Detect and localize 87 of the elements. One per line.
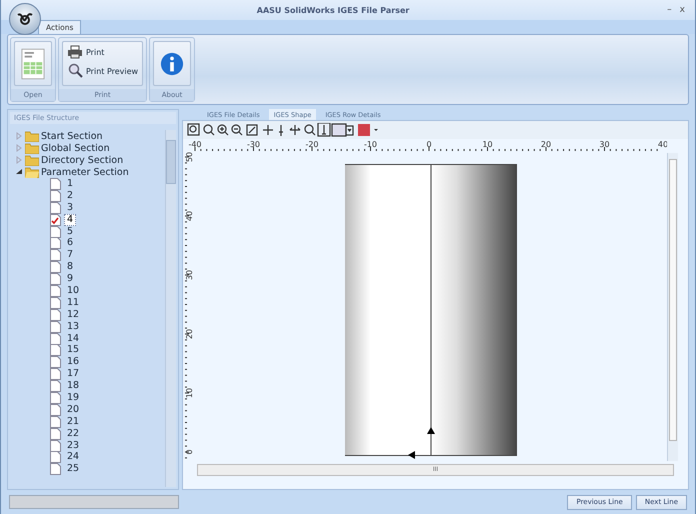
tree-item[interactable]: 2 bbox=[64, 190, 76, 202]
checked-document-icon bbox=[50, 214, 61, 226]
ribbon-button[interactable] bbox=[153, 41, 192, 86]
document-icon bbox=[50, 332, 61, 345]
ruler-label: 30 bbox=[599, 140, 610, 149]
folder-icon bbox=[25, 154, 39, 166]
document-icon bbox=[50, 320, 61, 333]
collapse-icon[interactable] bbox=[15, 168, 23, 176]
tree-item[interactable]: 7 bbox=[64, 249, 76, 262]
tree-item[interactable]: 16 bbox=[64, 356, 82, 368]
tree-item[interactable]: 21 bbox=[64, 416, 82, 428]
application-menu-button[interactable] bbox=[9, 3, 41, 35]
tree-item[interactable]: 14 bbox=[64, 332, 82, 345]
tree-item[interactable]: Parameter Section bbox=[10, 166, 165, 178]
document-icon bbox=[50, 226, 61, 238]
knot-icon bbox=[16, 12, 34, 26]
tree-item[interactable]: 15 bbox=[64, 344, 82, 356]
ruler-label: 20 bbox=[540, 140, 552, 149]
scrollbar[interactable] bbox=[165, 130, 176, 487]
tree-item[interactable]: Directory Section bbox=[10, 154, 165, 166]
window-title: AASU SolidWorks IGES File Parser bbox=[256, 6, 410, 14]
document-icon bbox=[50, 451, 61, 464]
ruler-label: -10 bbox=[364, 140, 378, 149]
ribbon-button[interactable]: Print Preview bbox=[65, 62, 140, 80]
document-icon bbox=[50, 249, 61, 262]
ruler-label: 40 bbox=[185, 210, 194, 222]
document-icon bbox=[50, 463, 61, 476]
document-icon bbox=[50, 273, 61, 286]
tree-item[interactable]: 10 bbox=[64, 284, 82, 297]
document-icon bbox=[50, 428, 61, 440]
tree-item[interactable]: 12 bbox=[64, 308, 82, 321]
ribbon-button[interactable]: Print bbox=[65, 44, 140, 60]
ruler-label: -40 bbox=[188, 140, 202, 149]
document-icon bbox=[50, 190, 61, 202]
ruler-label: 30 bbox=[185, 270, 194, 280]
tree-item[interactable]: Global Section bbox=[10, 142, 165, 154]
ribbon-button[interactable] bbox=[14, 41, 52, 86]
tree-item[interactable]: 24 bbox=[64, 451, 82, 464]
ruler-label: -30 bbox=[246, 140, 260, 149]
tree-item[interactable]: 25 bbox=[64, 463, 82, 476]
tree-item[interactable]: 19 bbox=[64, 392, 82, 404]
window-control[interactable]: – bbox=[665, 5, 674, 15]
document-icon bbox=[50, 237, 61, 250]
document-icon bbox=[50, 380, 61, 392]
ruler-label: 10 bbox=[185, 388, 194, 398]
document-icon bbox=[50, 296, 61, 309]
tree-item[interactable]: 11 bbox=[64, 296, 82, 309]
ruler-label: 20 bbox=[185, 328, 194, 340]
tree-item[interactable]: 3 bbox=[64, 202, 76, 214]
document-icon bbox=[50, 392, 61, 404]
tree-item[interactable]: 13 bbox=[64, 320, 82, 333]
ruler-label: 0 bbox=[426, 140, 432, 149]
tree-item[interactable]: 5 bbox=[64, 226, 76, 238]
document-icon bbox=[50, 344, 61, 356]
tree-item[interactable]: 9 bbox=[64, 273, 76, 286]
document-icon bbox=[50, 404, 61, 416]
document-icon bbox=[50, 368, 61, 380]
tree-item[interactable]: 6 bbox=[64, 237, 76, 250]
window-control[interactable]: x bbox=[678, 5, 687, 15]
ruler-label: 10 bbox=[482, 140, 493, 149]
tree-item[interactable]: 22 bbox=[64, 428, 82, 440]
document-icon bbox=[50, 356, 61, 368]
vertical-scrollbar[interactable] bbox=[667, 153, 678, 461]
document-icon bbox=[50, 416, 61, 428]
printer-icon bbox=[67, 45, 83, 59]
folder-icon bbox=[25, 142, 39, 154]
document-icon bbox=[50, 440, 61, 452]
folder-icon bbox=[25, 166, 39, 178]
tree-item[interactable]: 8 bbox=[64, 261, 76, 274]
document-icon bbox=[50, 308, 61, 321]
folder-icon bbox=[25, 130, 39, 142]
tree-item[interactable]: Start Section bbox=[10, 130, 165, 142]
tree-item[interactable]: 17 bbox=[64, 368, 82, 380]
spreadsheet-icon bbox=[21, 46, 45, 80]
document-icon bbox=[50, 202, 61, 214]
tree-item[interactable]: 23 bbox=[64, 440, 82, 452]
tree-item[interactable]: 20 bbox=[64, 404, 82, 416]
tree-item[interactable]: 4 bbox=[64, 214, 76, 226]
ruler-label: 50 bbox=[185, 152, 194, 162]
info-icon bbox=[160, 50, 184, 76]
ruler-label: -20 bbox=[305, 140, 319, 149]
document-icon bbox=[50, 178, 61, 190]
magnifier-icon bbox=[67, 63, 83, 79]
document-icon bbox=[50, 284, 61, 297]
tree-item[interactable]: 18 bbox=[64, 380, 82, 392]
document-icon bbox=[50, 261, 61, 274]
tree-item[interactable]: 1 bbox=[64, 178, 76, 190]
